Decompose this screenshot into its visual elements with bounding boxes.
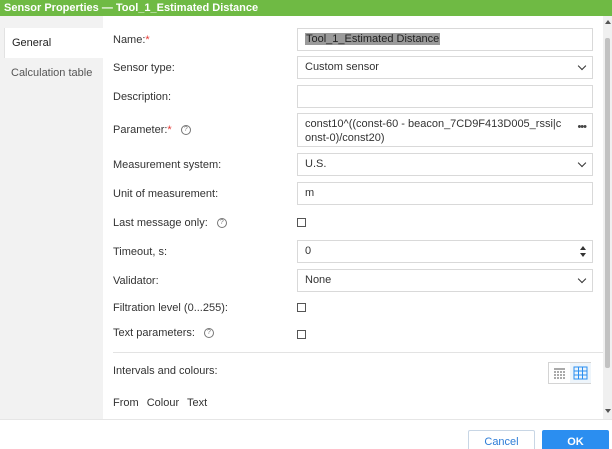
divider (113, 352, 603, 353)
scrollbar[interactable] (603, 16, 612, 419)
chevron-down-icon (577, 158, 587, 168)
validator-value: None (305, 274, 332, 286)
dialog-title: Sensor Properties — Tool_1_Estimated Dis… (0, 0, 612, 16)
text-parameters-checkbox[interactable] (297, 330, 306, 339)
help-icon[interactable]: ? (203, 328, 214, 339)
timeout-label: Timeout, s: (113, 246, 167, 258)
list-view-icon[interactable] (549, 363, 570, 383)
chevron-down-icon (577, 274, 587, 284)
last-message-only-text: Last message only: (113, 217, 208, 229)
required-mark: * (145, 34, 150, 46)
unit-label: Unit of measurement: (113, 188, 219, 200)
ok-button[interactable]: OK (542, 430, 609, 449)
timeout-value: 0 (305, 245, 312, 257)
text-parameters-label: Text parameters: ? (113, 327, 214, 339)
scroll-down-icon[interactable] (605, 409, 611, 413)
dialog-footer: Cancel OK (0, 419, 612, 449)
sensor-type-label: Sensor type: (113, 62, 175, 74)
column-from: From (113, 397, 139, 409)
name-input[interactable]: Tool_1_Estimated Distance (297, 28, 593, 51)
measurement-system-value: U.S. (305, 158, 327, 170)
table-view-icon[interactable] (570, 363, 591, 383)
description-label: Description: (113, 91, 172, 103)
column-colour: Colour (146, 397, 180, 409)
validator-select[interactable]: None (297, 269, 593, 292)
more-dots-icon[interactable]: ••• (577, 122, 587, 133)
name-label: Name:* (113, 34, 150, 46)
help-icon[interactable]: ? (180, 125, 191, 136)
tab-general[interactable]: General (4, 28, 103, 58)
validator-label: Validator: (113, 275, 159, 287)
filtration-checkbox[interactable] (297, 303, 306, 312)
parameter-label-text: Parameter: (113, 124, 168, 136)
name-label-text: Name: (113, 34, 146, 46)
intervals-table-header: From Colour Text (113, 397, 212, 409)
help-icon[interactable]: ? (216, 218, 227, 229)
parameter-input[interactable]: const10^((const-60 - beacon_7CD9F413D005… (297, 113, 593, 147)
spinner-icon[interactable] (580, 246, 586, 258)
last-message-only-checkbox[interactable] (297, 218, 306, 227)
parameter-value: const10^((const-60 - beacon_7CD9F413D005… (305, 118, 562, 144)
measurement-system-label: Measurement system: (113, 159, 222, 171)
general-form: Name:* Tool_1_Estimated Distance Sensor … (103, 16, 603, 419)
chevron-down-icon (577, 61, 587, 71)
scroll-up-icon[interactable] (605, 20, 611, 24)
cancel-button[interactable]: Cancel (468, 430, 535, 449)
timeout-input[interactable]: 0 (297, 240, 593, 263)
sensor-type-select[interactable]: Custom sensor (297, 56, 593, 79)
column-text: Text (187, 397, 208, 409)
text-parameters-text: Text parameters: (113, 327, 195, 339)
description-input[interactable] (297, 85, 593, 108)
tab-calculation-table[interactable]: Calculation table (0, 58, 103, 88)
unit-input[interactable]: m (297, 182, 593, 205)
intervals-label: Intervals and colours: (113, 365, 218, 377)
filtration-label: Filtration level (0...255): (113, 302, 228, 314)
sidebar: General Calculation table (0, 16, 103, 419)
parameter-label: Parameter:* ? (113, 124, 191, 136)
measurement-system-select[interactable]: U.S. (297, 153, 593, 176)
view-toggle (548, 362, 591, 384)
name-input-value: Tool_1_Estimated Distance (305, 33, 441, 45)
last-message-only-label: Last message only: ? (113, 217, 227, 229)
sensor-type-value: Custom sensor (305, 61, 379, 73)
required-mark: * (167, 124, 172, 136)
scrollbar-thumb[interactable] (605, 38, 610, 368)
